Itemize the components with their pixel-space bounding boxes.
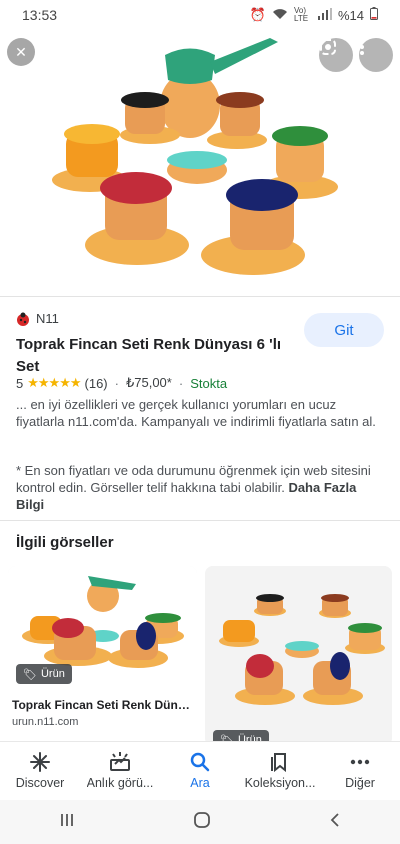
stock-status: Stokta [190, 375, 228, 391]
signal-icon [317, 7, 332, 23]
separator-dot: · [178, 375, 184, 391]
close-button[interactable]: ✕ [7, 38, 35, 66]
status-icons: ⏰ Vo) LTE %14 [250, 7, 378, 23]
back-icon[interactable] [329, 812, 341, 833]
meta-row: 5 ★★★★★ (16) · ₺75,00* · Stokta [16, 375, 227, 391]
separator-dot: · [114, 375, 119, 391]
source-name: N11 [36, 311, 59, 326]
nav-search[interactable]: Ara [161, 751, 239, 790]
kebab-menu-icon [360, 39, 364, 55]
related-images-title: İlgili görseller [16, 534, 114, 551]
visit-button[interactable]: Git [304, 313, 384, 347]
product-description: ... en iyi özellikleri ve gerçek kullanı… [16, 397, 376, 429]
related-card-title: Toprak Fincan Seti Renk Dünya... [12, 698, 197, 712]
more-icon [350, 751, 370, 773]
home-icon[interactable] [193, 811, 211, 834]
nav-more[interactable]: Diğer [321, 751, 399, 790]
badge-label: Ürün [40, 668, 65, 680]
more-options-button[interactable] [359, 38, 393, 72]
nav-label: Koleksiyon... [244, 776, 316, 790]
related-image: 🏷 Ürün [205, 566, 392, 746]
lens-button[interactable] [319, 38, 353, 72]
nav-discover[interactable]: Discover [1, 751, 79, 790]
related-card[interactable]: 🏷 Ürün [205, 566, 392, 746]
asterisk-icon [30, 751, 50, 773]
snapshot-icon [109, 751, 131, 773]
rating-value: 5 [16, 375, 24, 391]
disclaimer-note: * En son fiyatları ve oda durumunu öğren… [16, 462, 386, 513]
search-icon [190, 751, 210, 773]
nav-snapshot[interactable]: Anlık görü... [81, 751, 159, 790]
nav-label: Anlık görü... [86, 776, 154, 790]
network-label: Vo) LTE [293, 6, 309, 23]
battery-icon [370, 7, 378, 23]
status-time: 13:53 [22, 7, 58, 23]
hero-image[interactable]: ✕ [0, 30, 400, 292]
wifi-icon [272, 8, 288, 23]
alarm-icon: ⏰ [249, 7, 266, 22]
related-card-url: urun.n11.com [12, 716, 79, 728]
divider [0, 296, 400, 297]
nav-label: Diğer [345, 776, 375, 790]
nav-collections[interactable]: Koleksiyon... [241, 751, 319, 790]
bookmark-icon [271, 751, 289, 773]
bottom-navigation: Discover Anlık görü... Ara Koleksiyon...… [0, 741, 400, 799]
close-icon: ✕ [15, 43, 27, 60]
star-rating-icon: ★★★★★ [27, 375, 81, 390]
product-badge: 🏷 Ürün [16, 664, 72, 684]
tag-icon: 🏷 [23, 668, 37, 681]
recents-icon[interactable] [59, 812, 75, 833]
divider [0, 520, 400, 521]
related-card[interactable]: 🏷 Ürün Toprak Fincan Seti Renk Dünya... … [8, 566, 197, 728]
nav-label: Ara [190, 776, 210, 790]
lens-icon [320, 39, 336, 55]
status-bar: 13:53 ⏰ Vo) LTE %14 [0, 0, 400, 30]
nav-label: Discover [15, 776, 65, 790]
related-image: 🏷 Ürün [8, 566, 197, 690]
price: ₺75,00* [125, 375, 172, 390]
product-title[interactable]: Toprak Fincan Seti Renk Dünyası 6 'lı Se… [16, 334, 288, 378]
ladybug-icon [17, 312, 29, 326]
source-row[interactable]: N11 [16, 311, 59, 326]
review-count: (16) [84, 375, 108, 391]
system-navigation-bar [0, 800, 400, 844]
battery-level: %14 [337, 7, 364, 23]
